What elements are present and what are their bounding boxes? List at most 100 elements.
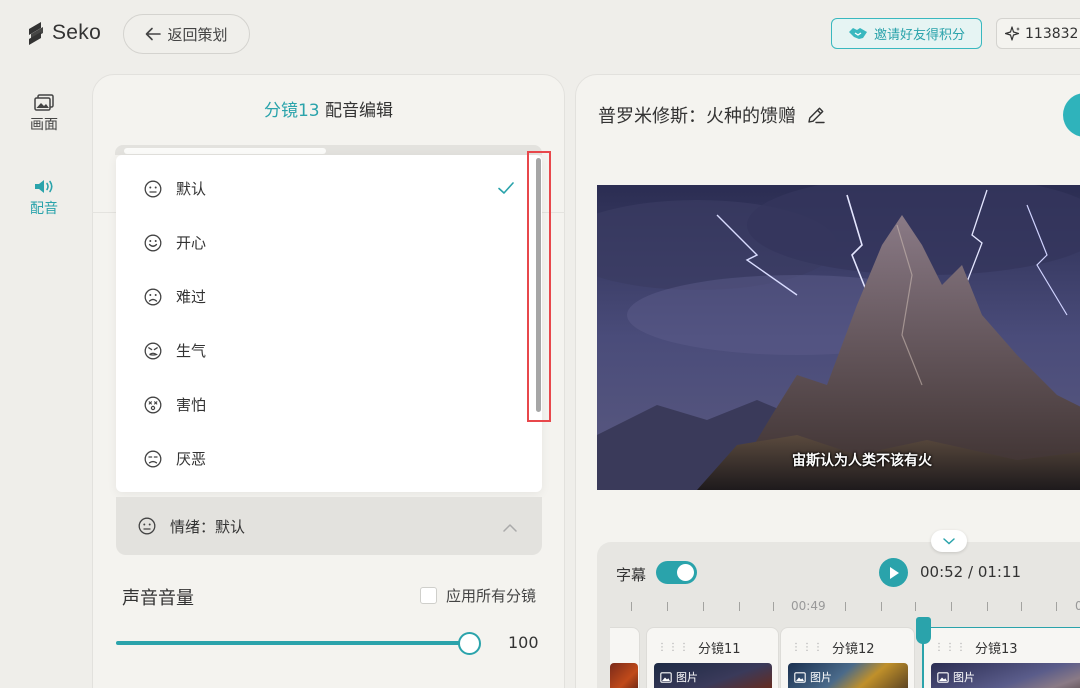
drag-handle-icon[interactable]: ⋮⋮⋮: [791, 642, 824, 653]
ruler-tick: [1021, 602, 1022, 611]
play-button[interactable]: [879, 558, 908, 587]
selected-check-icon: [497, 180, 515, 199]
chevron-up-icon[interactable]: [502, 518, 518, 537]
points-display[interactable]: 113832: [996, 18, 1080, 49]
panel-title: 分镜13 配音编辑: [92, 96, 565, 121]
speaker-icon: [35, 180, 53, 193]
emotion-dropdown: [116, 155, 542, 492]
emotion-option-happy[interactable]: 开心: [144, 232, 206, 253]
drag-handle-icon[interactable]: ⋮⋮⋮: [934, 642, 967, 653]
ruler-label-cut: 0: [1075, 599, 1080, 613]
ruler-label: 00:49: [791, 599, 826, 613]
ruler-tick: [1056, 602, 1057, 611]
ruler-tick: [739, 602, 740, 611]
scrollbar-highlight-box: [527, 151, 551, 422]
clip-thumbnail: 图片: [931, 663, 1080, 688]
ruler-tick: [703, 602, 704, 611]
scared-face-icon: [144, 396, 162, 413]
shot-name: 分镜13: [263, 101, 320, 121]
clip-badge: 图片: [794, 669, 832, 685]
ruler-tick: [773, 602, 774, 611]
drag-handle-icon[interactable]: ⋮⋮⋮: [657, 642, 690, 653]
emotion-option-label: 默认: [176, 180, 207, 198]
disgust-face-icon: [144, 450, 162, 467]
invite-friends-button[interactable]: 邀请好友得积分: [831, 18, 982, 49]
nav-item-voice[interactable]: 配音: [20, 178, 68, 218]
handshake-icon: [848, 28, 867, 39]
emotion-option-label: 难过: [176, 288, 207, 306]
clip-shot-13[interactable]: ⋮⋮⋮ 分镜13 图片: [923, 627, 1080, 688]
emotion-option-label: 生气: [176, 342, 207, 360]
play-icon: [889, 566, 899, 579]
ruler-tick: [631, 602, 632, 611]
volume-slider-handle[interactable]: [458, 632, 481, 655]
playback-time: 00:52 / 01:11: [920, 563, 1022, 581]
sparkle-icon: [1005, 25, 1020, 41]
clip-badge-label: 图片: [953, 671, 975, 684]
nav-picture-label: 画面: [30, 117, 58, 133]
panel-title-text: 配音编辑: [325, 101, 394, 121]
app-name: Seko: [52, 21, 102, 44]
image-icon: [34, 94, 54, 111]
back-to-planning-button[interactable]: 返回策划: [123, 14, 250, 54]
clip-header: ⋮⋮⋮ 分镜13: [934, 638, 1018, 657]
apply-all-shots-option[interactable]: 应用所有分镜: [420, 585, 536, 606]
emotion-option-angry[interactable]: 生气: [144, 340, 206, 361]
chevron-down-icon: [943, 538, 955, 545]
emotion-option-disgust[interactable]: 厌恶: [144, 448, 206, 469]
clip-previous[interactable]: [610, 627, 640, 688]
emotion-option-scared[interactable]: 害怕: [144, 394, 206, 415]
neutral-face-icon: [138, 517, 156, 535]
image-icon: [937, 671, 949, 683]
subtitle-toggle-knob: [677, 564, 694, 581]
points-value: 113832: [1025, 25, 1079, 42]
app-logo[interactable]: Seko: [26, 20, 101, 46]
volume-slider-track[interactable]: [116, 641, 472, 645]
clip-thumbnail: 图片: [654, 663, 772, 688]
clip-header: ⋮⋮⋮ 分镜12: [791, 638, 875, 657]
apply-all-checkbox[interactable]: [420, 587, 437, 604]
clip-name: 分镜13: [975, 642, 1018, 657]
ruler-tick: [667, 602, 668, 611]
back-button-label: 返回策划: [167, 25, 228, 44]
image-icon: [794, 671, 806, 683]
collapse-timeline-button[interactable]: [931, 530, 967, 552]
apply-all-label: 应用所有分镜: [446, 587, 537, 605]
subtitle-toggle-label: 字幕: [616, 566, 647, 584]
clip-shot-12[interactable]: ⋮⋮⋮ 分镜12 图片: [780, 627, 915, 688]
clip-name: 分镜11: [698, 642, 741, 657]
emotion-option-label: 开心: [176, 234, 207, 252]
clip-shot-11[interactable]: ⋮⋮⋮ 分镜11 图片: [646, 627, 779, 688]
volume-value: 100: [508, 633, 539, 652]
emotion-option-label: 厌恶: [176, 450, 207, 468]
emotion-option-default[interactable]: 默认: [144, 178, 206, 199]
playhead-handle[interactable]: [916, 617, 931, 644]
video-preview[interactable]: [597, 185, 1080, 490]
clip-badge: 图片: [937, 669, 975, 685]
clip-badge-label: 图片: [810, 671, 832, 684]
nav-voice-label: 配音: [30, 201, 58, 217]
emotion-select[interactable]: 情绪：默认: [116, 497, 542, 555]
nav-item-picture[interactable]: 画面: [20, 94, 68, 134]
edit-pencil-icon[interactable]: [806, 105, 826, 125]
video-subtitle: 宙斯认为人类不该有火: [792, 453, 932, 469]
ruler-tick: [915, 602, 916, 611]
ruler-tick: [987, 602, 988, 611]
invite-label: 邀请好友得积分: [873, 28, 965, 43]
emotion-option-sad[interactable]: 难过: [144, 286, 206, 307]
clip-thumbnail: 图片: [788, 663, 908, 688]
project-title: 普罗米修斯：火种的馈赠: [598, 106, 796, 127]
clip-badge-label: 图片: [676, 671, 698, 684]
angry-face-icon: [144, 342, 162, 359]
clip-name: 分镜12: [832, 642, 875, 657]
seko-logo-icon: [29, 22, 43, 45]
tab-active-segment[interactable]: [124, 148, 326, 154]
ruler-tick: [951, 602, 952, 611]
ruler-tick: [881, 602, 882, 611]
clip-thumbnail: [610, 663, 638, 688]
emotion-select-value: 情绪：默认: [170, 517, 246, 536]
arrow-left-icon: [146, 27, 162, 41]
clip-header: ⋮⋮⋮ 分镜11: [657, 638, 741, 657]
neutral-face-icon: [144, 180, 162, 197]
storm-mountain-image: [597, 185, 1080, 490]
